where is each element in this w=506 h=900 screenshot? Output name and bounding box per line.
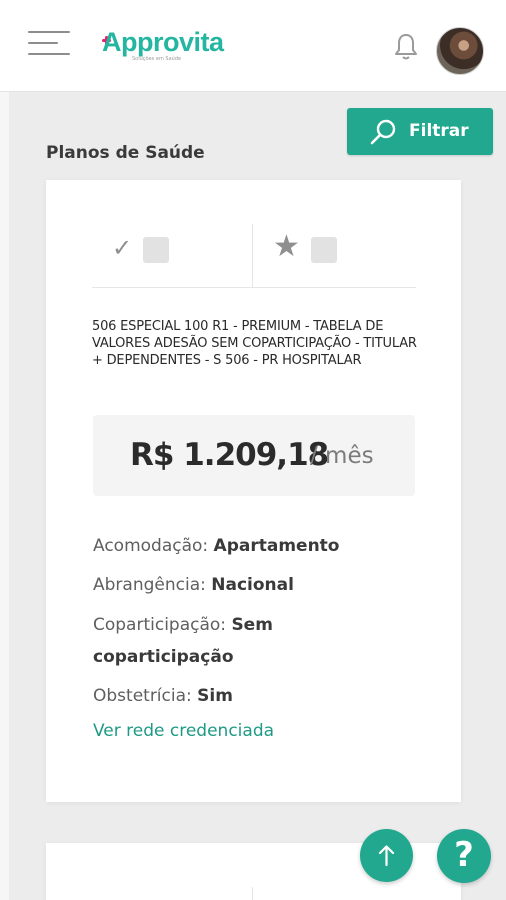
check-icon: ✓ — [112, 234, 133, 262]
detail-label: Obstetrícia: — [93, 686, 192, 706]
top-bar: Approvita Soluções em Saúde — [0, 0, 506, 92]
plan-card: ✓ ★ 506 ESPECIAL 100 R1 - PREMIUM - TABE… — [46, 180, 461, 802]
detail-obstetrics: Obstetrícia: Sim — [93, 680, 233, 712]
detail-label: Acomodação: — [93, 536, 209, 556]
section-title: Planos de Saúde — [46, 143, 205, 163]
help-button[interactable]: ? — [437, 829, 491, 883]
detail-label: Coparticipação: — [93, 615, 227, 635]
help-icon: ? — [454, 835, 474, 875]
favorite-checkbox[interactable] — [311, 237, 337, 263]
star-icon: ★ — [273, 229, 300, 264]
arrow-up-icon — [378, 845, 395, 867]
search-icon — [370, 119, 396, 145]
left-edge — [0, 92, 9, 900]
detail-value: Apartamento — [213, 536, 340, 556]
plan-price: R$ 1.209,18 — [130, 437, 329, 473]
avatar[interactable] — [436, 27, 484, 75]
scroll-top-button[interactable] — [360, 829, 413, 882]
network-link[interactable]: Ver rede credenciada — [93, 721, 274, 741]
card-actions: ✓ ★ — [92, 224, 416, 288]
detail-value: Sim — [197, 686, 233, 706]
compare-checkbox[interactable] — [143, 237, 169, 263]
detail-value: Nacional — [211, 575, 294, 595]
logo[interactable]: Approvita Soluções em Saúde — [102, 27, 242, 67]
notification-bell-icon[interactable] — [393, 32, 419, 62]
price-period: / mês — [310, 443, 374, 469]
filter-label: Filtrar — [409, 121, 469, 141]
hamburger-menu-icon[interactable] — [28, 30, 70, 58]
plan-name: 506 ESPECIAL 100 R1 - PREMIUM - TABELA D… — [92, 319, 417, 368]
divider — [252, 887, 253, 900]
filter-button[interactable]: Filtrar — [347, 108, 493, 155]
divider — [252, 224, 253, 288]
detail-accommodation: Acomodação: Apartamento — [93, 530, 339, 562]
logo-tagline: Soluções em Saúde — [132, 56, 182, 62]
detail-copay: Coparticipação: Sem coparticipação — [93, 609, 353, 673]
logo-text: Approvita — [102, 27, 224, 57]
detail-coverage: Abrangência: Nacional — [93, 569, 294, 601]
price-box: R$ 1.209,18 / mês — [93, 415, 415, 496]
detail-label: Abrangência: — [93, 575, 206, 595]
